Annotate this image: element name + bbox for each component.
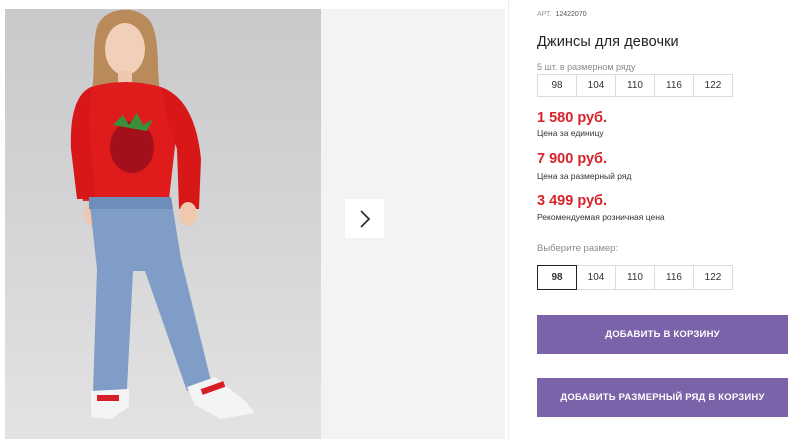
size-set-cell: 98	[537, 74, 577, 97]
retail-price-label: Рекомендуемая розничная цена	[537, 212, 665, 222]
product-photo[interactable]	[5, 9, 321, 439]
set-price-label: Цена за размерный ряд	[537, 171, 632, 181]
size-option-104[interactable]: 104	[576, 265, 616, 290]
size-set-cell: 116	[654, 74, 694, 97]
set-price: 7 900 руб.	[537, 151, 608, 167]
size-option-116[interactable]: 116	[654, 265, 694, 290]
add-to-cart-button[interactable]: ДОБАВИТЬ В КОРЗИНУ	[537, 315, 788, 354]
chevron-right-icon	[359, 209, 370, 228]
article-value: 12422070	[555, 11, 587, 18]
size-set-cell: 110	[615, 74, 655, 97]
add-size-set-to-cart-button[interactable]: ДОБАВИТЬ РАЗМЕРНЫЙ РЯД В КОРЗИНУ	[537, 378, 788, 417]
size-set-cell: 122	[693, 74, 733, 97]
article-label: АРТ.	[537, 11, 552, 18]
choose-size-label: Выберите размер:	[537, 243, 619, 254]
size-option-110[interactable]: 110	[615, 265, 655, 290]
girl-photo-illustration	[70, 9, 255, 419]
divider	[508, 0, 509, 439]
product-title: Джинсы для девочки	[537, 34, 679, 50]
size-selector: 98 104 110 116 122	[537, 265, 733, 290]
size-set-note: 5 шт. в размерном ряду	[537, 62, 636, 72]
retail-price: 3 499 руб.	[537, 193, 608, 209]
size-option-98[interactable]: 98	[537, 265, 577, 290]
unit-price: 1 580 руб.	[537, 110, 608, 126]
gallery-next-button[interactable]	[345, 199, 384, 238]
article-number: АРТ. 12422070	[537, 11, 587, 18]
size-option-122[interactable]: 122	[693, 265, 733, 290]
size-set-row: 98 104 110 116 122	[537, 74, 733, 97]
unit-price-label: Цена за единицу	[537, 128, 604, 138]
size-set-cell: 104	[576, 74, 616, 97]
product-gallery	[5, 9, 505, 439]
